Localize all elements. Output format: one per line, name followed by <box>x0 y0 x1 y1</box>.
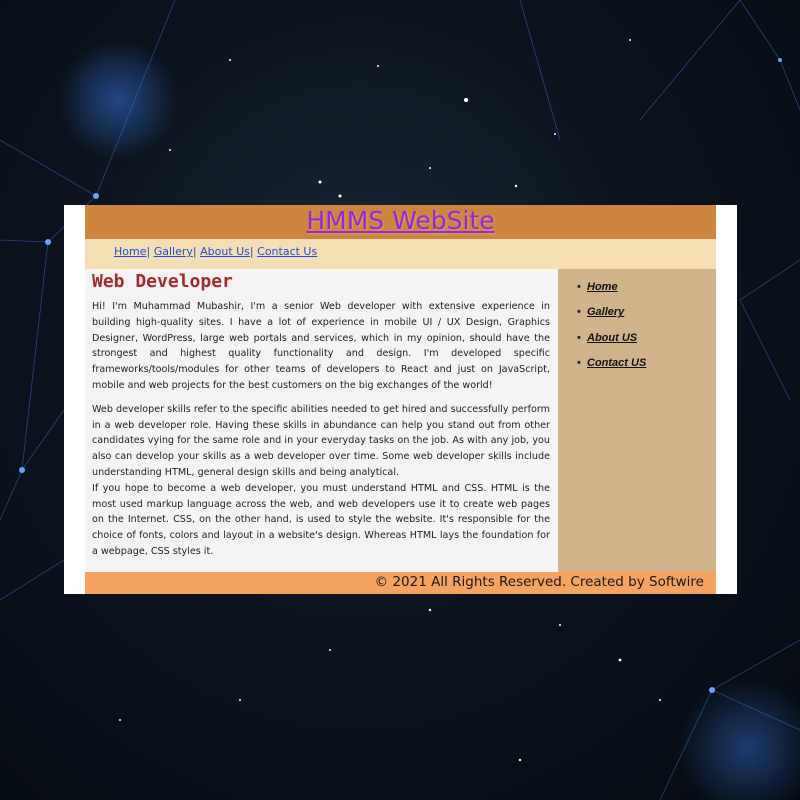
copyright-text: © 2021 All Rights Reserved. Created by S… <box>374 574 704 590</box>
site-footer: © 2021 All Rights Reserved. Created by S… <box>85 572 716 594</box>
main-content: Web Developer Hi! I'm Muhammad Mubashir,… <box>85 269 558 572</box>
sidebar-item: • Contact US <box>577 357 646 382</box>
page-heading: Web Developer <box>92 271 233 292</box>
sidebar-item: • Home <box>577 281 646 306</box>
skills-paragraph: Web developer skills refer to the specif… <box>92 403 550 478</box>
sidebar-menu: • Home • Gallery • About US • Contact US <box>577 281 646 383</box>
bullet-icon: • <box>577 357 581 370</box>
topnav-link-contact-us[interactable]: Contact Us <box>257 245 317 258</box>
sidebar-link-gallery[interactable]: Gallery <box>587 306 624 318</box>
website-frame: HMMS WebSite Home| Gallery| About Us| Co… <box>64 205 737 594</box>
sidebar: • Home • Gallery • About US • Contact US <box>558 269 716 572</box>
glow-orb <box>678 678 800 800</box>
top-nav-links: Home| Gallery| About Us| Contact Us <box>114 245 317 258</box>
bullet-icon: • <box>577 306 581 319</box>
topnav-link-about-us[interactable]: About Us <box>200 245 250 258</box>
sidebar-link-contact-us[interactable]: Contact US <box>587 357 646 369</box>
sidebar-link-about-us[interactable]: About US <box>587 332 637 344</box>
nav-separator: | <box>192 245 197 258</box>
top-navigation: Home| Gallery| About Us| Contact Us <box>85 239 716 269</box>
nav-separator: | <box>146 245 151 258</box>
bullet-icon: • <box>577 281 581 293</box>
content-body: Hi! I'm Muhammad Mubashir, I'm a senior … <box>92 299 550 568</box>
intro-paragraph: Hi! I'm Muhammad Mubashir, I'm a senior … <box>92 301 550 391</box>
nav-separator: | <box>249 245 254 258</box>
sidebar-item: • Gallery <box>577 306 646 331</box>
bullet-icon: • <box>577 331 581 344</box>
site-header: HMMS WebSite <box>85 205 716 239</box>
sidebar-link-home[interactable]: Home <box>587 281 618 293</box>
topnav-link-home[interactable]: Home <box>114 245 146 258</box>
html-css-paragraph: If you hope to become a web developer, y… <box>92 482 550 557</box>
site-title-link[interactable]: HMMS WebSite <box>306 206 494 235</box>
topnav-link-gallery[interactable]: Gallery <box>154 245 193 258</box>
sidebar-item: • About US <box>577 332 646 357</box>
